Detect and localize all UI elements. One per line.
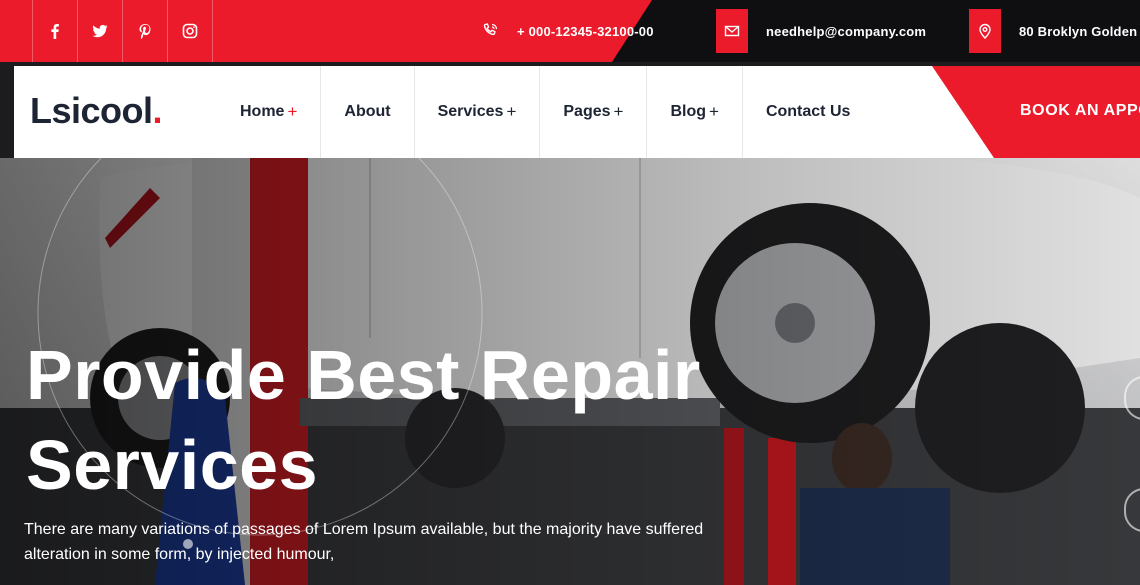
plus-icon: + [613, 102, 624, 121]
hero-title-line-2: Services [26, 426, 319, 504]
nav-item-label: Contact Us [765, 103, 851, 120]
facebook-link[interactable] [32, 0, 77, 62]
nav-item-pages[interactable]: Pages + [540, 66, 648, 158]
nav-item-services[interactable]: Services + [415, 66, 541, 158]
instagram-icon [182, 23, 198, 39]
plus-icon: + [709, 102, 719, 121]
email-info[interactable]: needhelp@company.com [716, 0, 926, 62]
instagram-link[interactable] [167, 0, 213, 62]
nav-item-label: Blog [670, 103, 706, 120]
envelope-icon [724, 25, 740, 37]
email-address: needhelp@company.com [766, 23, 927, 39]
hero-description: There are many variations of passages of… [24, 521, 704, 563]
logo-dot: . [152, 90, 163, 131]
phone-icon [483, 23, 498, 36]
top-bar: + 000-12345-32100-00 needhelp@company.co… [0, 0, 1140, 62]
nav-item-about[interactable]: About [321, 66, 415, 158]
map-pin-icon [979, 23, 991, 39]
nav-item-home[interactable]: Home + [210, 66, 322, 158]
twitter-icon [92, 24, 108, 38]
plus-icon: + [506, 102, 517, 121]
nav-item-label: Pages [563, 103, 611, 120]
address-info[interactable]: 80 Broklyn Golden S [969, 0, 1140, 62]
pinterest-link[interactable] [122, 0, 167, 62]
address-icon-box [969, 9, 1001, 53]
phone-number: + 000-12345-32100-00 [517, 23, 654, 39]
logo-text: Lsicool [30, 90, 153, 131]
nav-item-label: Services [437, 103, 504, 120]
hero-title: Provide Best Repair Services [26, 330, 786, 510]
address-text: 80 Broklyn Golden S [1019, 23, 1140, 39]
nav-item-label: Home [240, 103, 285, 120]
phone-info[interactable]: + 000-12345-32100-00 [481, 0, 654, 62]
nav-item-contact[interactable]: Contact Us [743, 66, 873, 158]
book-appointment-label: BOOK AN APPOI [1020, 102, 1140, 119]
social-links [32, 0, 213, 62]
facebook-icon [51, 24, 59, 39]
twitter-link[interactable] [77, 0, 122, 62]
book-appointment-button[interactable]: BOOK AN APPOI [932, 66, 1140, 158]
nav-item-blog[interactable]: Blog + [647, 66, 743, 158]
nav-item-label: About [344, 103, 391, 120]
main-nav: Lsicool. Home + About Services + Pages +… [14, 66, 1140, 158]
pinterest-icon [139, 24, 151, 39]
hero-title-line-1: Provide Best Repair [26, 336, 701, 414]
plus-icon: + [287, 102, 298, 121]
site-logo[interactable]: Lsicool. [30, 90, 163, 132]
email-icon-box [716, 9, 748, 53]
nav-menu: Home + About Services + Pages + Blog + C… [210, 66, 873, 158]
